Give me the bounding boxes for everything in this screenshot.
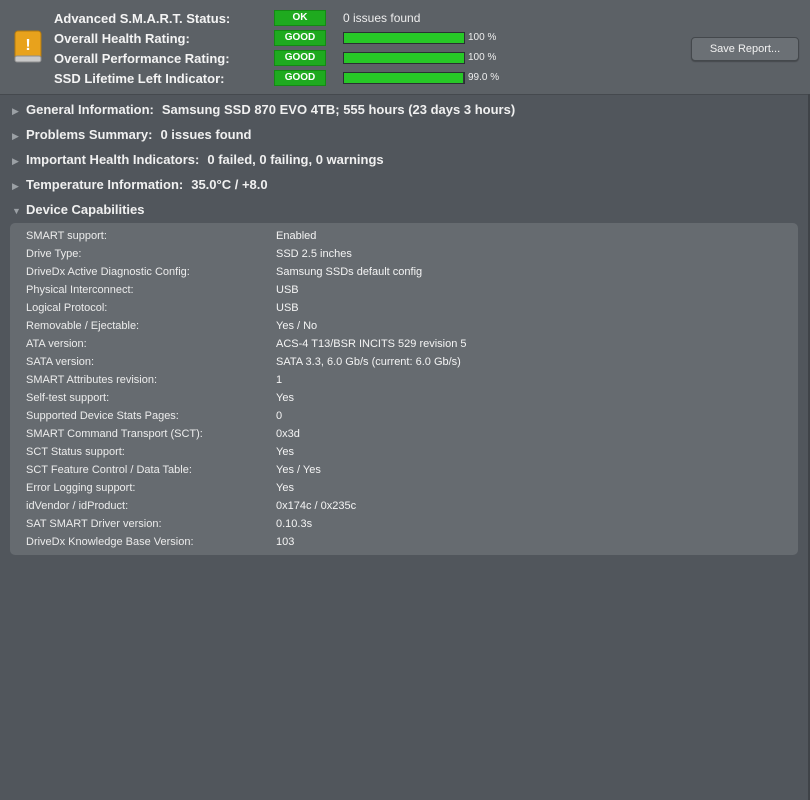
save-report-button[interactable]: Save Report... [691,37,799,61]
capability-value: SATA 3.3, 6.0 Gb/s (current: 6.0 Gb/s) [276,356,461,368]
health-rating-percent: 100 % [468,32,497,43]
capability-row: idVendor / idProduct: 0x174c / 0x235c [26,497,786,515]
capability-label: SMART Attributes revision: [26,374,158,386]
capability-row: Supported Device Stats Pages: 0 [26,407,786,425]
section-important-health-indicators[interactable]: ▶ Important Health Indicators: 0 failed, 0… [12,150,384,170]
capability-value: 0x174c / 0x235c [276,500,357,512]
device-capabilities-panel: SMART support: Enabled Drive Type: SSD 2.5 … [10,223,798,555]
lifetime-left-bar-fill [344,73,463,83]
svg-text:!: ! [25,37,30,54]
capability-row: SAT SMART Driver version: 0.10.3s [26,515,786,533]
performance-rating-badge: GOOD [274,50,326,66]
capability-row: DriveDx Active Diagnostic Config: Samsung… [26,263,786,281]
section-value: Samsung SSD 870 EVO 4TB; 555 hours (23 d… [161,102,516,117]
capability-label: SCT Status support: [26,446,125,458]
section-general-information[interactable]: ▶ General Information: Samsung SSD 870 EVO… [12,100,515,120]
smart-status-badge: OK [274,10,326,26]
capability-row: Logical Protocol: USB [26,299,786,317]
capability-value: 103 [276,536,295,548]
capability-row: ATA version: ACS-4 T13/BSR INCITS 529 rev… [26,335,786,353]
capability-value: Yes [276,446,294,458]
capability-value: Yes / Yes [276,464,321,476]
capability-label: ATA version: [26,338,87,350]
capability-value: Samsung SSDs default config [276,266,423,278]
capability-label: Physical Interconnect: [26,284,134,296]
capability-label: DriveDx Knowledge Base Version: [26,536,194,548]
capability-value: USB [276,302,299,314]
capability-value: Yes / No [276,320,318,332]
lifetime-left-bar [343,72,465,84]
section-temperature-information[interactable]: ▶ Temperature Information: 35.0°C / +8.0 [12,175,268,195]
capability-label: SMART Command Transport (SCT): [26,428,203,440]
capability-value: USB [276,284,299,296]
capability-row: SCT Feature Control / Data Table: Yes / Y… [26,461,786,479]
capability-label: Removable / Ejectable: [26,320,140,332]
summary-panel: ! Advanced S.M.A.R.T. Status: OK 0 issue… [0,0,810,95]
capability-label: Drive Type: [26,248,82,260]
capability-value: Yes [276,482,294,494]
disclosure-triangle-icon[interactable]: ▶ [12,151,26,171]
capability-label: SMART support: [26,230,107,242]
capability-row: SATA version: SATA 3.3, 6.0 Gb/s (current… [26,353,786,371]
lifetime-left-badge: GOOD [274,70,326,86]
capability-label: SATA version: [26,356,95,368]
health-rating-bar-fill [344,33,464,43]
capability-label: SCT Feature Control / Data Table: [26,464,192,476]
performance-rating-percent: 100 % [468,52,497,63]
capability-label: Supported Device Stats Pages: [26,410,179,422]
smart-status-detail: 0 issues found [343,11,421,25]
capability-value: 0 [276,410,283,422]
capability-label: Logical Protocol: [26,302,108,314]
capability-label: Error Logging support: [26,482,136,494]
capability-row: Drive Type: SSD 2.5 inches [26,245,786,263]
capability-row: Physical Interconnect: USB [26,281,786,299]
lifetime-left-label: SSD Lifetime Left Indicator: [54,71,225,86]
section-title: Problems Summary: [26,127,153,142]
section-device-capabilities[interactable]: ▼ Device Capabilities [12,200,145,220]
section-title: Important Health Indicators: [26,152,200,167]
health-rating-badge: GOOD [274,30,326,46]
capability-row: SMART Attributes revision: 1 [26,371,786,389]
performance-rating-label: Overall Performance Rating: [54,51,230,66]
capability-row: SMART Command Transport (SCT): 0x3d [26,425,786,443]
capability-label: Self-test support: [26,392,110,404]
health-rating-label: Overall Health Rating: [54,31,190,46]
capability-value: ACS-4 T13/BSR INCITS 529 revision 5 [276,338,467,350]
disclosure-triangle-expanded-icon[interactable]: ▼ [12,201,26,221]
section-problems-summary[interactable]: ▶ Problems Summary: 0 issues found [12,125,251,145]
capability-value: 0.10.3s [276,518,313,530]
smart-status-label: Advanced S.M.A.R.T. Status: [54,11,231,26]
capability-row: Error Logging support: Yes [26,479,786,497]
section-value: 35.0°C / +8.0 [191,177,268,192]
capability-row: SCT Status support: Yes [26,443,786,461]
lifetime-left-percent: 99.0 % [468,72,500,83]
disclosure-triangle-icon[interactable]: ▶ [12,176,26,196]
section-value: 0 failed, 0 failing, 0 warnings [207,152,384,167]
capability-value: SSD 2.5 inches [276,248,352,260]
performance-rating-bar [343,52,465,64]
section-value: 0 issues found [160,127,252,142]
capability-label: SAT SMART Driver version: [26,518,162,530]
performance-rating-bar-fill [344,53,464,63]
section-title: Device Capabilities [26,202,145,217]
capability-row: SMART support: Enabled [26,227,786,245]
capability-label: idVendor / idProduct: [26,500,129,512]
health-rating-bar [343,32,465,44]
capability-value: Yes [276,392,294,404]
section-title: Temperature Information: [26,177,184,192]
capability-value: Enabled [276,230,317,242]
section-title: General Information: [26,102,154,117]
capability-label: DriveDx Active Diagnostic Config: [26,266,190,278]
drive-warning-icon: ! [14,30,42,63]
capability-value: 0x3d [276,428,300,440]
capability-value: 1 [276,374,283,386]
disclosure-triangle-icon[interactable]: ▶ [12,101,26,121]
capability-row: DriveDx Knowledge Base Version: 103 [26,533,786,551]
capability-row: Self-test support: Yes [26,389,786,407]
capability-row: Removable / Ejectable: Yes / No [26,317,786,335]
disclosure-triangle-icon[interactable]: ▶ [12,126,26,146]
